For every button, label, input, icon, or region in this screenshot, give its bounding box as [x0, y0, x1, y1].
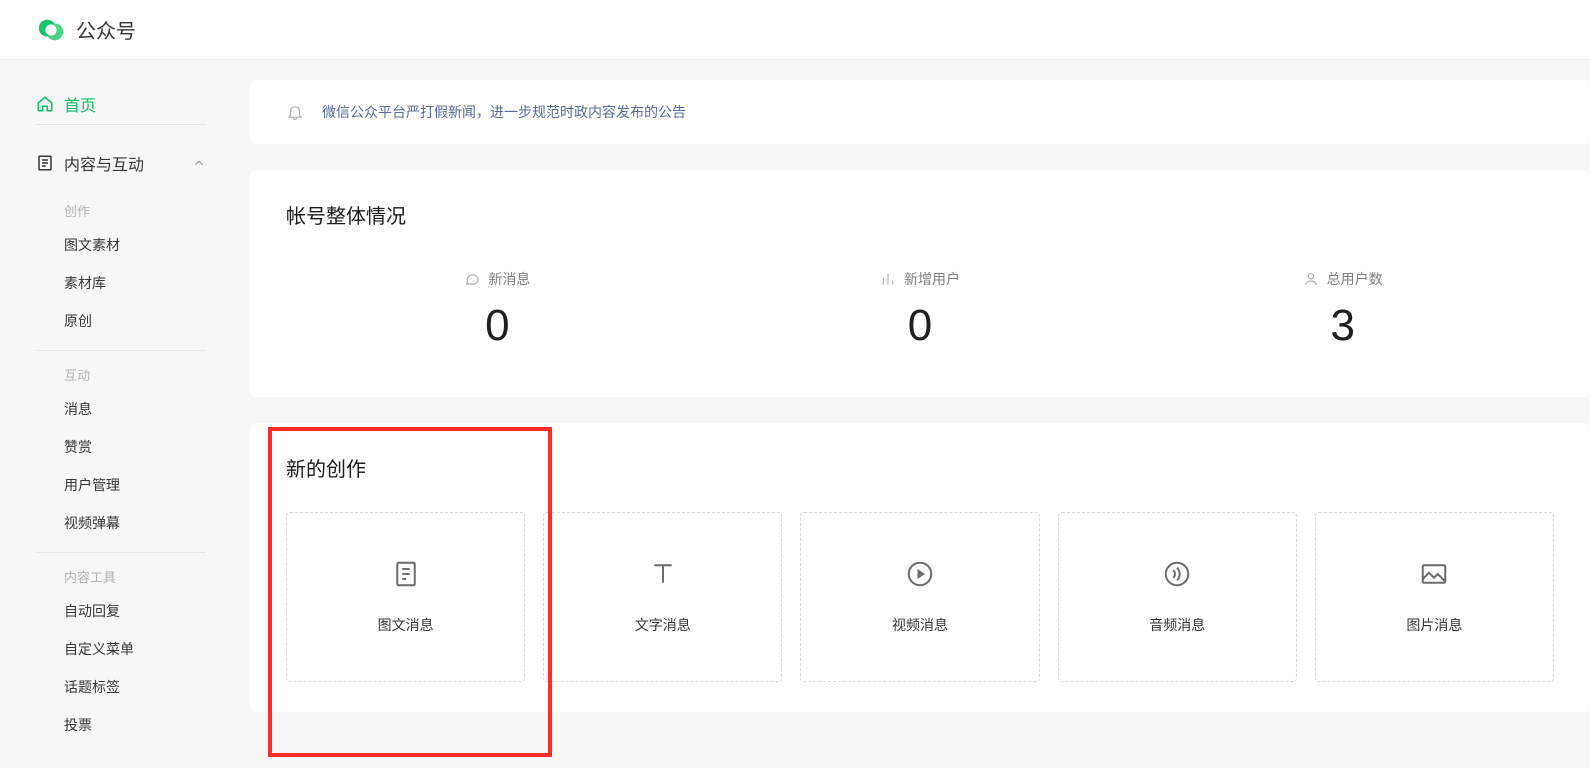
notice-bar[interactable]: 微信公众平台严打假新闻，进一步规范时政内容发布的公告 — [250, 80, 1590, 144]
create-item-audio[interactable]: 音频消息 — [1058, 512, 1297, 682]
create-item-label: 音频消息 — [1149, 615, 1205, 635]
message-icon — [464, 271, 480, 287]
sidebar-item-materials[interactable]: 素材库 — [36, 264, 206, 302]
account-overview-card: 帐号整体情况 新消息 0 新增用户 — [250, 170, 1590, 397]
app-header: 公众号 — [0, 0, 1590, 60]
create-item-text[interactable]: 文字消息 — [543, 512, 782, 682]
main-content: 微信公众平台严打假新闻，进一步规范时政内容发布的公告 帐号整体情况 新消息 0 — [240, 60, 1590, 768]
sidebar-item-users[interactable]: 用户管理 — [36, 466, 206, 504]
stat-new-users[interactable]: 新增用户 0 — [709, 269, 1132, 351]
sidebar-home[interactable]: 首页 — [36, 84, 206, 125]
sidebar-item-original[interactable]: 原创 — [36, 302, 206, 340]
text-icon — [648, 559, 678, 589]
notice-text: 微信公众平台严打假新闻，进一步规范时政内容发布的公告 — [322, 102, 686, 122]
sidebar-item-appreciation[interactable]: 赞赏 — [36, 428, 206, 466]
sidebar-home-label: 首页 — [64, 92, 96, 116]
create-item-label: 图文消息 — [378, 615, 434, 635]
home-icon — [36, 95, 54, 113]
stat-value: 0 — [709, 301, 1132, 351]
sidebar-item-articles[interactable]: 图文素材 — [36, 226, 206, 264]
bell-icon — [286, 103, 304, 121]
sidebar-item-topictags[interactable]: 话题标签 — [36, 668, 206, 706]
stat-total-users[interactable]: 总用户数 3 — [1131, 269, 1554, 351]
image-icon — [1419, 559, 1449, 589]
sidebar: 首页 内容与互动 创作 图文素材 素材库 原创 互动 消息 赞赏 用户管理 视频… — [0, 60, 240, 768]
stat-value: 0 — [286, 301, 709, 351]
stat-new-messages[interactable]: 新消息 0 — [286, 269, 709, 351]
create-item-article[interactable]: 图文消息 — [286, 512, 525, 682]
logo[interactable]: 公众号 — [36, 15, 136, 45]
create-item-label: 文字消息 — [635, 615, 691, 635]
bar-chart-icon — [880, 271, 896, 287]
overview-title: 帐号整体情况 — [286, 200, 1554, 229]
sidebar-item-custommenu[interactable]: 自定义菜单 — [36, 630, 206, 668]
user-icon — [1303, 271, 1319, 287]
create-item-label: 视频消息 — [892, 615, 948, 635]
stat-value: 3 — [1131, 301, 1554, 351]
sidebar-section-tools: 内容工具 — [36, 552, 206, 592]
sidebar-group-label: 内容与互动 — [64, 151, 144, 175]
article-doc-icon — [391, 559, 421, 589]
create-item-video[interactable]: 视频消息 — [800, 512, 1039, 682]
sidebar-item-autoreply[interactable]: 自动回复 — [36, 592, 206, 630]
stat-label-text: 新增用户 — [904, 269, 960, 289]
create-item-label: 图片消息 — [1406, 615, 1462, 635]
sidebar-section-interaction: 互动 — [36, 350, 206, 390]
create-title: 新的创作 — [286, 453, 1554, 482]
audio-icon — [1162, 559, 1192, 589]
video-play-icon — [905, 559, 935, 589]
sidebar-item-messages[interactable]: 消息 — [36, 390, 206, 428]
wechat-logo-icon — [36, 15, 66, 45]
chevron-up-icon — [192, 156, 206, 170]
document-icon — [36, 154, 54, 172]
sidebar-item-vote[interactable]: 投票 — [36, 706, 206, 744]
new-creation-card: 新的创作 图文消息 文字消息 — [250, 423, 1590, 712]
create-item-image[interactable]: 图片消息 — [1315, 512, 1554, 682]
sidebar-item-danmaku[interactable]: 视频弹幕 — [36, 504, 206, 542]
stat-label-text: 总用户数 — [1327, 269, 1383, 289]
sidebar-section-creation: 创作 — [36, 187, 206, 226]
app-title: 公众号 — [76, 15, 136, 44]
stat-label-text: 新消息 — [488, 269, 530, 289]
sidebar-group-content[interactable]: 内容与互动 — [36, 143, 206, 183]
